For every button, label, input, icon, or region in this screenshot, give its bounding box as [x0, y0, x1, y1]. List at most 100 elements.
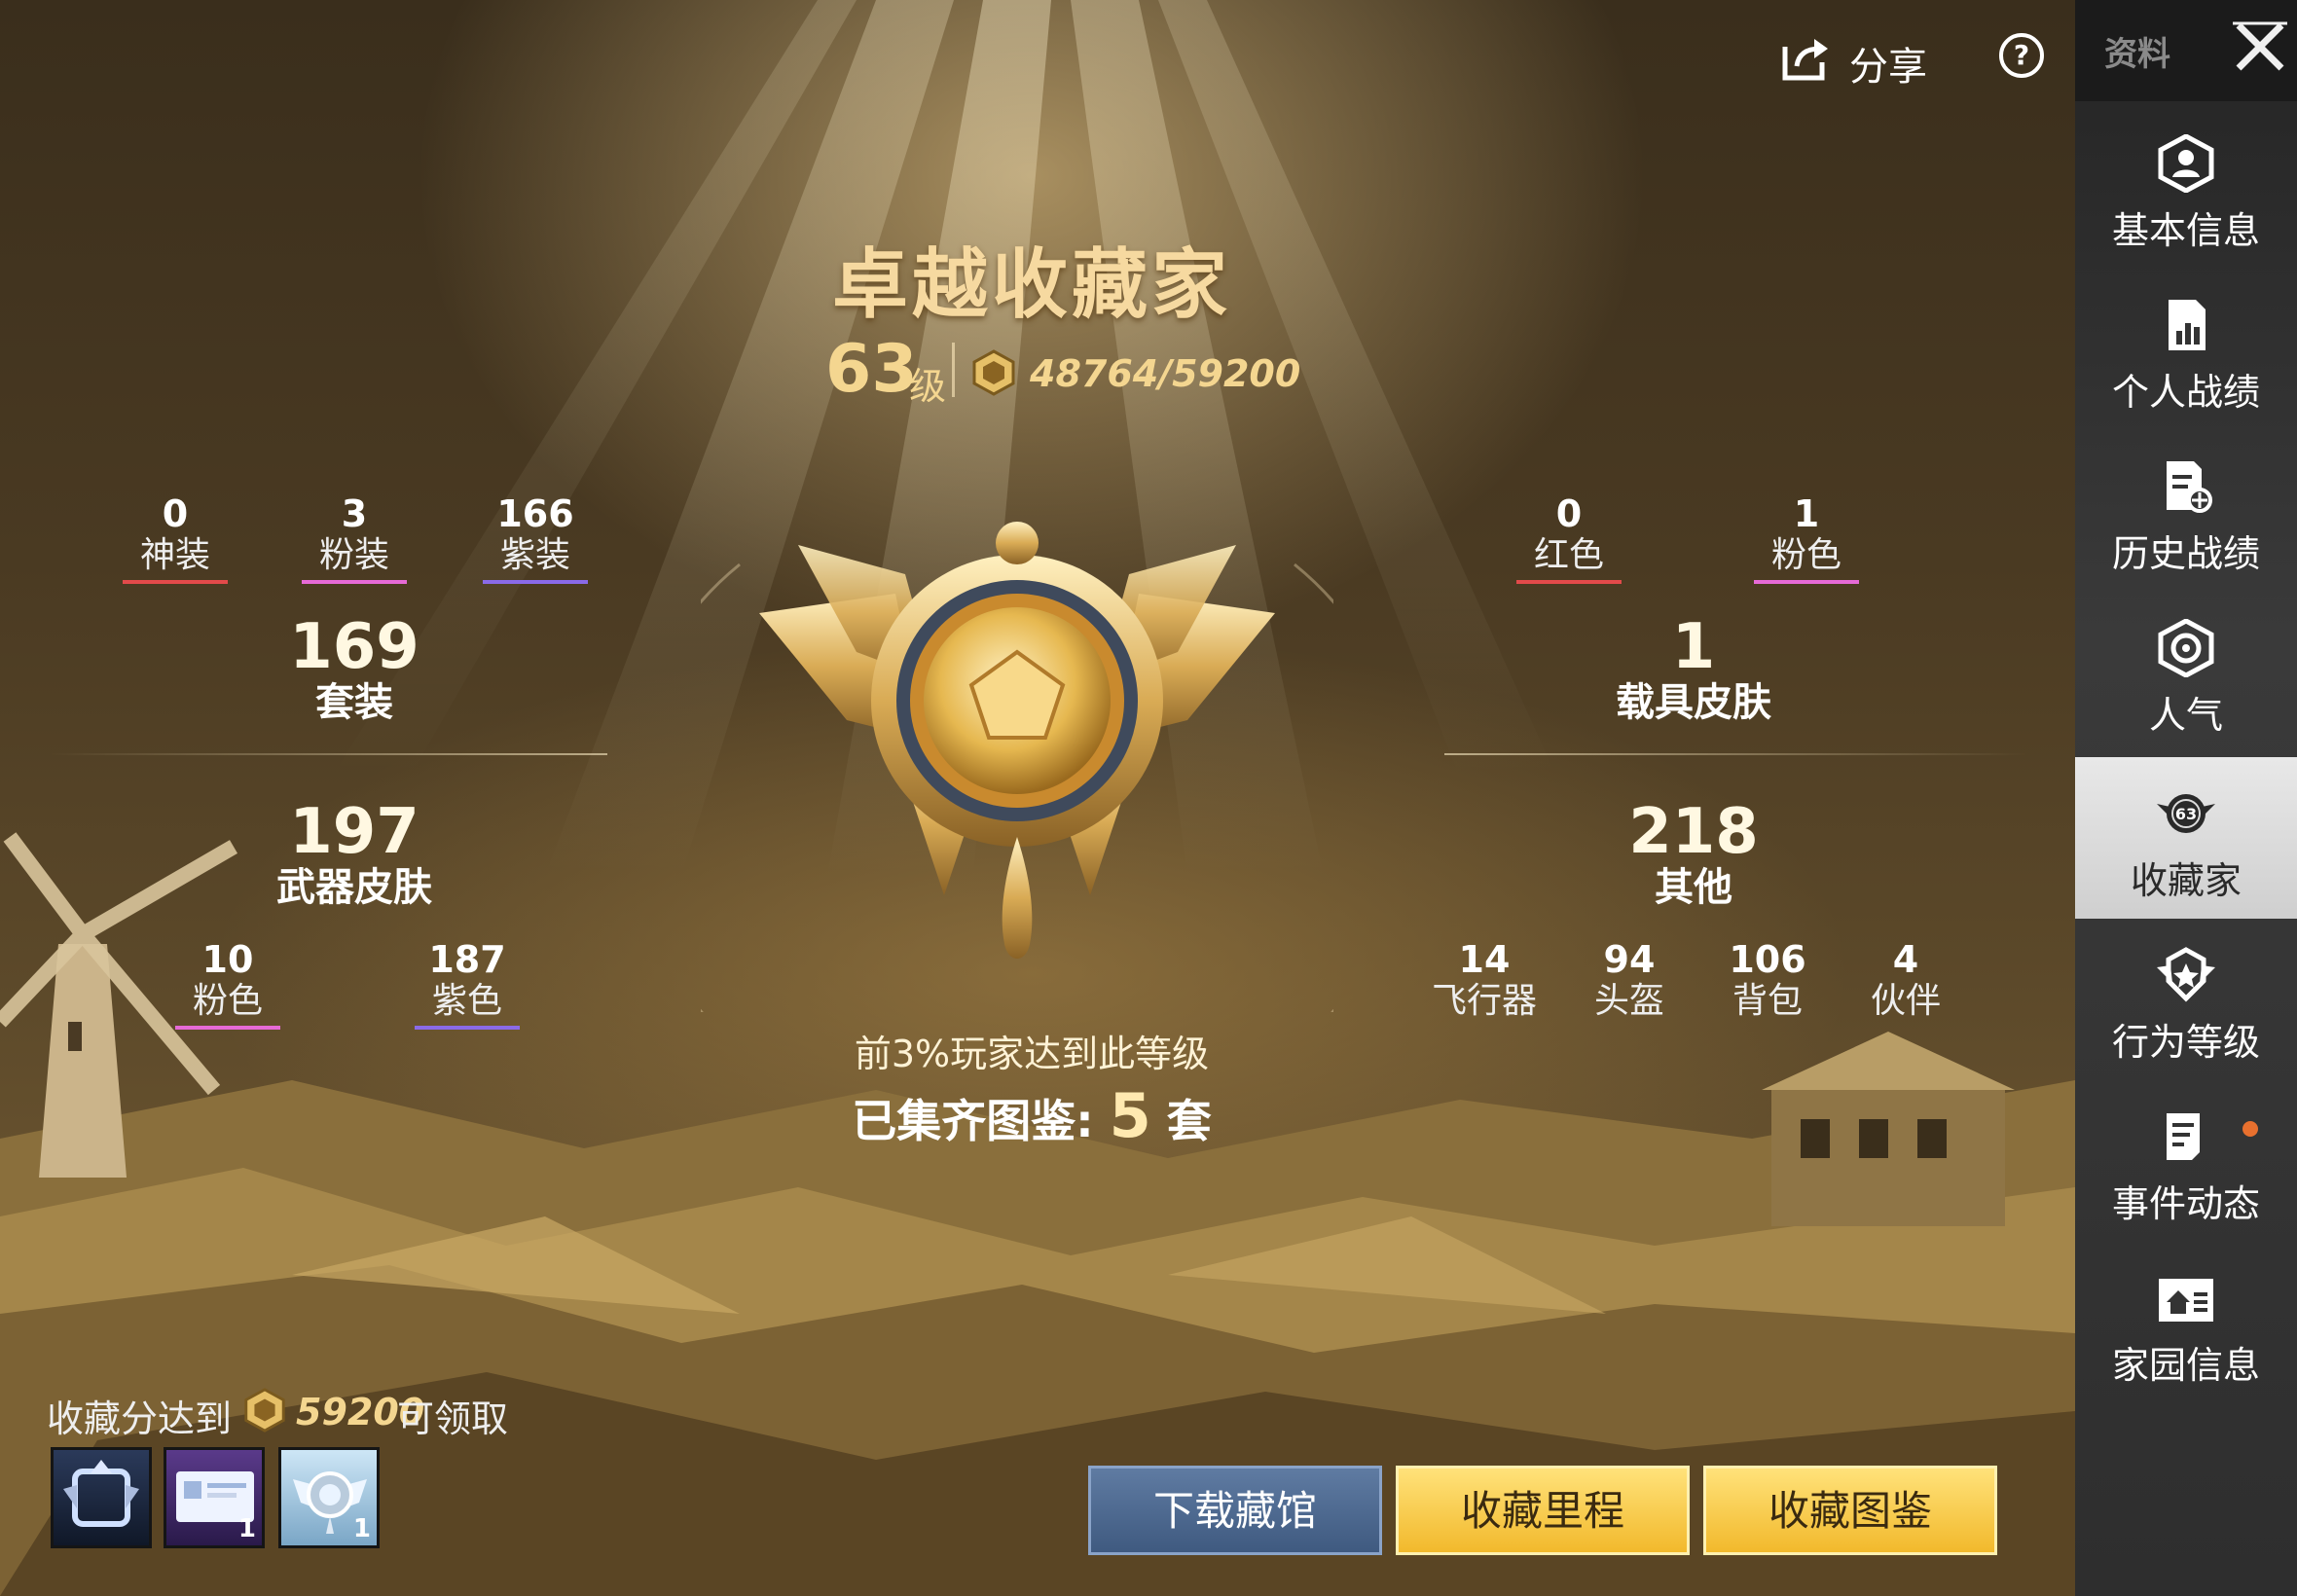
stat-pink-outfit[interactable]: 3 粉装 — [296, 492, 413, 584]
collection-score: 48764/59200 — [1030, 352, 1301, 395]
stats-chart-icon — [2169, 300, 2206, 350]
collection-point-icon — [972, 349, 1015, 396]
stat-weapon-skins[interactable]: 197 武器皮肤 — [228, 798, 481, 909]
rarity-bar-pink — [175, 1026, 280, 1030]
sidebar-item-personal-stats[interactable]: 个人战绩 — [2075, 269, 2297, 430]
sidebar-item-events[interactable]: 事件动态 — [2075, 1080, 2297, 1242]
collector-title: 卓越收藏家 — [831, 241, 1231, 329]
collector-level: 63 — [825, 331, 918, 408]
stat-value: 218 — [1628, 796, 1759, 868]
stat-label: 武器皮肤 — [276, 865, 432, 910]
stat-vehicle-red[interactable]: 0 红色 — [1511, 492, 1627, 584]
stat-value: 169 — [289, 611, 419, 683]
stat-value: 3 — [341, 492, 368, 535]
stat-label: 伙伴 — [1870, 981, 1941, 1021]
sidebar-item-label: 收藏家 — [2130, 859, 2242, 902]
stat-aircraft[interactable]: 14 飞行器 — [1421, 938, 1548, 1022]
stat-label: 粉色 — [192, 981, 263, 1021]
sidebar-item-history-stats[interactable]: 历史战绩 — [2075, 430, 2297, 592]
stat-vehicle-pink[interactable]: 1 粉色 — [1748, 492, 1865, 584]
stat-label: 飞行器 — [1431, 981, 1537, 1021]
sidebar-item-label: 行为等级 — [2111, 1021, 2260, 1064]
stat-value: 0 — [1555, 492, 1583, 535]
sidebar-item-home-info[interactable]: 家园信息 — [2075, 1242, 2297, 1403]
sidebar-tab-label[interactable]: 资料 — [2104, 27, 2170, 75]
collector-level-row: 63 级 48764/59200 — [808, 331, 1300, 409]
stat-value: 14 — [1458, 938, 1511, 981]
stat-label: 套装 — [315, 680, 393, 725]
game-scene: 分享 ? 卓越收藏家 63 级 48764/59200 0 神装 3 粉装 16… — [0, 0, 2075, 1596]
reward-prefix: 收藏分达到 — [47, 1397, 233, 1440]
stat-others[interactable]: 218 其他 — [1567, 798, 1820, 909]
stat-companion[interactable]: 4 伙伴 — [1847, 938, 1964, 1022]
reward-suffix: 可领取 — [397, 1397, 509, 1440]
collection-point-icon — [244, 1388, 285, 1433]
rank-percentile-note: 前3%玩家达到此等级 — [854, 1033, 1210, 1075]
reward-count: 1 — [352, 1514, 371, 1543]
stat-value: 197 — [289, 796, 419, 868]
stat-label: 其他 — [1655, 865, 1732, 910]
rarity-bar-pink — [302, 580, 407, 584]
stat-label: 头盔 — [1593, 981, 1664, 1021]
stat-value: 187 — [428, 938, 506, 981]
stat-god-outfit[interactable]: 0 神装 — [117, 492, 234, 584]
stat-value: 1 — [1671, 611, 1716, 683]
stat-purple-outfit[interactable]: 166 紫装 — [477, 492, 594, 584]
popularity-icon — [2158, 619, 2214, 677]
stat-helmet[interactable]: 94 头盔 — [1571, 938, 1688, 1022]
stat-weapon-purple[interactable]: 187 紫色 — [409, 938, 526, 1030]
sidebar-item-behavior-level[interactable]: 行为等级 — [2075, 919, 2297, 1080]
sidebar-item-label: 人气 — [2148, 694, 2223, 737]
stat-weapon-pink[interactable]: 10 粉色 — [169, 938, 286, 1030]
house-decoration — [1762, 1032, 2015, 1226]
stat-value: 10 — [201, 938, 254, 981]
stat-label: 红色 — [1533, 535, 1604, 575]
collected-prefix: 已集齐图鉴: — [852, 1095, 1094, 1147]
profile-icon — [2158, 134, 2214, 193]
stat-vehicle-skins[interactable]: 1 载具皮肤 — [1567, 613, 1820, 724]
collected-count: 5 — [1109, 1080, 1151, 1151]
rarity-bar-red — [1516, 580, 1622, 584]
rarity-bar-red — [123, 580, 228, 584]
event-doc-icon — [2167, 1113, 2200, 1160]
sidebar-item-popularity[interactable]: 人气 — [2075, 592, 2297, 753]
profile-sidebar: 资料 基本信息 个人战绩 历史战绩 人气 63 收藏家 行为等级 事件动态 家园… — [2075, 0, 2297, 1596]
stat-suits[interactable]: 169 套装 — [228, 613, 481, 724]
rarity-bar-pink — [1754, 580, 1859, 584]
close-icon[interactable] — [2231, 18, 2289, 76]
sidebar-item-label: 个人战绩 — [2111, 371, 2260, 414]
reward-count: 1 — [237, 1514, 256, 1543]
reward-name-card[interactable]: 1 — [164, 1447, 265, 1548]
stat-label: 粉色 — [1770, 535, 1841, 575]
stat-value: 0 — [162, 492, 189, 535]
level-unit: 级 — [909, 365, 947, 408]
stat-value: 1 — [1793, 492, 1820, 535]
notification-dot — [2242, 1121, 2258, 1137]
collection-milestones-button[interactable]: 收藏里程 — [1396, 1466, 1690, 1555]
reward-avatar-frame[interactable] — [51, 1447, 152, 1548]
download-gallery-button[interactable]: 下载藏馆 — [1088, 1466, 1382, 1555]
collector-badge-icon: 63 — [2157, 794, 2215, 833]
collected-sets: 已集齐图鉴: 5 套 — [759, 1080, 1304, 1151]
svg-text:?: ? — [2014, 39, 2029, 71]
sidebar-item-basic-info[interactable]: 基本信息 — [2075, 107, 2297, 269]
collected-suffix: 套 — [1166, 1095, 1212, 1147]
stat-backpack[interactable]: 106 背包 — [1709, 938, 1826, 1022]
rarity-bar-purple — [483, 580, 588, 584]
stat-label: 紫装 — [499, 535, 570, 575]
share-icon — [1782, 39, 1828, 81]
sidebar-item-collector[interactable]: 63 收藏家 — [2075, 757, 2297, 919]
divider-line — [49, 753, 607, 755]
sidebar-header: 资料 — [2075, 0, 2297, 101]
reward-emblem[interactable]: 1 — [278, 1447, 380, 1548]
rarity-bar-purple — [415, 1026, 520, 1030]
sidebar-item-label: 历史战绩 — [2111, 532, 2260, 575]
stat-label: 背包 — [1732, 981, 1803, 1021]
avatar-frame-icon — [63, 1460, 139, 1527]
stat-value: 166 — [496, 492, 574, 535]
stat-value: 4 — [1892, 938, 1919, 981]
collector-emblem — [701, 522, 1333, 1012]
divider-line — [1444, 753, 2028, 755]
collection-catalog-button[interactable]: 收藏图鉴 — [1703, 1466, 1997, 1555]
help-icon[interactable]: ? — [1997, 31, 2046, 80]
